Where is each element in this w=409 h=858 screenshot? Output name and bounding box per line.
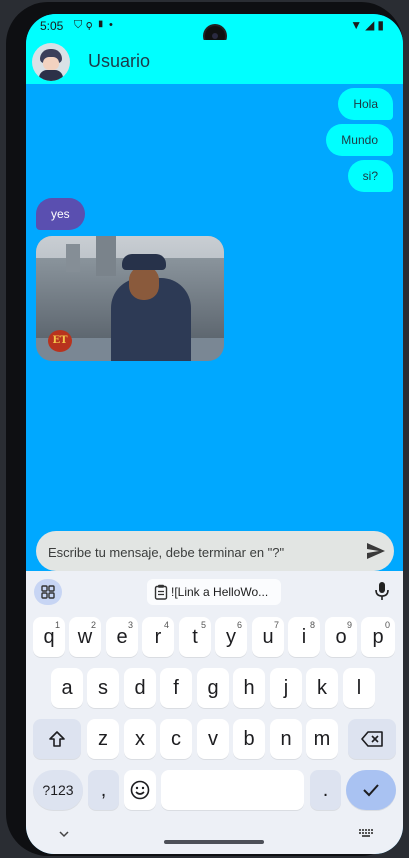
chevron-down-icon[interactable] [57,829,71,839]
key-o[interactable]: o9 [325,617,357,657]
emoji-icon [130,780,150,800]
key-a[interactable]: a [51,668,83,708]
message-input[interactable] [46,531,360,573]
screen: 5:05 ⛉⚲▮• ▼◢▮ Usuario Hola Mundo si? yes [26,14,403,854]
key-d[interactable]: d [124,668,156,708]
send-icon[interactable] [364,539,388,563]
period-key[interactable]: . [310,770,341,810]
status-time: 5:05 [40,19,64,33]
message-bubble-received[interactable]: yes [36,198,85,230]
clipboard-text: ![Link a HelloWo... [171,585,269,599]
mic-icon[interactable] [370,578,394,604]
page-title: Usuario [88,51,151,71]
key-v[interactable]: v [197,719,229,759]
key-k[interactable]: k [306,668,338,708]
key-b[interactable]: b [233,719,265,759]
key-s[interactable]: s [87,668,119,708]
backspace-icon [361,731,383,747]
avatar[interactable] [32,43,70,81]
signal-icon: ◢ [365,18,378,32]
key-z[interactable]: z [87,719,119,759]
key-j[interactable]: j [270,668,302,708]
key-e[interactable]: e3 [106,617,138,657]
shield-icon: ⛉ [74,19,87,31]
check-icon [363,784,379,797]
apps-grid-button[interactable] [34,579,62,605]
app-bar: Usuario [26,40,403,84]
message-bubble-sent[interactable]: Mundo [326,124,393,156]
comma-key[interactable]: , [88,770,119,810]
shift-key[interactable] [33,719,81,759]
dot-icon: • [108,19,117,31]
key-c[interactable]: c [160,719,192,759]
message-bubble-sent[interactable]: si? [347,160,393,192]
symbols-key[interactable]: ?123 [33,770,83,810]
space-key[interactable] [161,770,304,810]
gesture-navigation-bar[interactable] [164,840,264,844]
usb-icon: ⚲ [86,19,97,31]
keyboard-icon[interactable] [359,829,375,839]
phone-frame: 5:05 ⛉⚲▮• ▼◢▮ Usuario Hola Mundo si? yes [6,2,403,856]
clipboard-icon [154,584,168,600]
clipboard-suggestion[interactable]: ![Link a HelloWo... [147,579,281,605]
on-screen-keyboard: ![Link a HelloWo... q1 w2 e3 r4 t5 y6 u7… [26,571,403,854]
key-i[interactable]: i8 [288,617,320,657]
key-u[interactable]: u7 [252,617,284,657]
message-composer [36,531,394,573]
notification-icons: ⛉⚲▮• [74,19,117,32]
enter-key[interactable] [346,770,396,810]
apps-grid-icon [41,585,55,599]
key-w[interactable]: w2 [69,617,101,657]
key-r[interactable]: r4 [142,617,174,657]
key-y[interactable]: y6 [215,617,247,657]
battery-icon: ▮ [377,18,387,32]
key-g[interactable]: g [197,668,229,708]
key-l[interactable]: l [343,668,375,708]
key-f[interactable]: f [160,668,192,708]
chat-list[interactable]: Hola Mundo si? yes ET [26,84,403,529]
image-message[interactable]: ET [36,236,224,361]
key-n[interactable]: n [270,719,302,759]
system-icons: ▼◢▮ [350,18,387,32]
sim-icon: ▮ [96,19,109,31]
message-bubble-sent[interactable]: Hola [338,88,393,120]
backspace-key[interactable] [348,719,396,759]
key-t[interactable]: t5 [179,617,211,657]
key-x[interactable]: x [124,719,156,759]
emoji-key[interactable] [124,770,156,810]
key-m[interactable]: m [306,719,338,759]
key-h[interactable]: h [233,668,265,708]
wifi-icon: ▼ [350,18,366,32]
key-p[interactable]: p0 [361,617,395,657]
shift-icon [49,731,65,747]
et-logo: ET [48,330,72,352]
key-q[interactable]: q1 [33,617,65,657]
